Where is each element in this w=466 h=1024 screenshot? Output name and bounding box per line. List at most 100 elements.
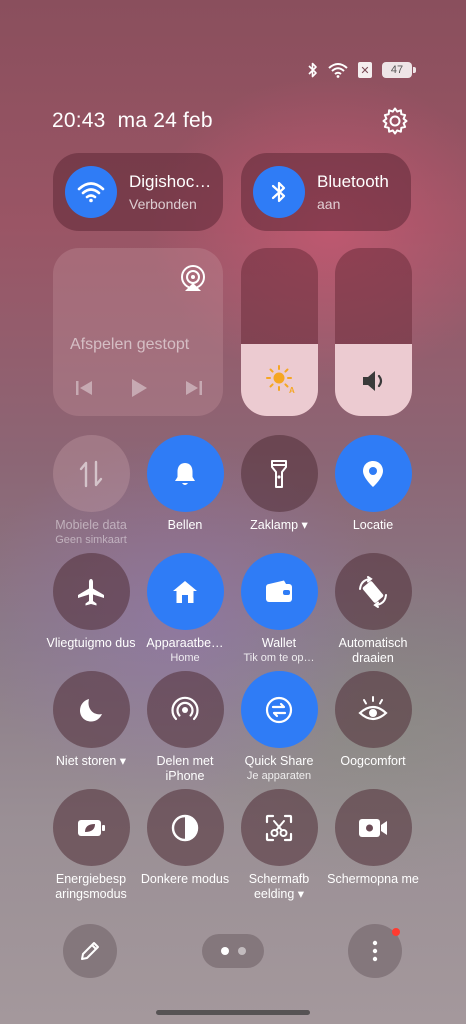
tile-dark-mode[interactable]: Donkere modus xyxy=(137,789,233,887)
tile-label: Mobiele data xyxy=(55,518,127,532)
mobile-data-toggle xyxy=(52,435,130,512)
tile-eye-comfort[interactable]: Oogcomfort xyxy=(325,671,421,769)
tile-screen-record[interactable]: Schermopna me xyxy=(325,789,421,887)
tile-share-with-iphone[interactable]: Delen met iPhone xyxy=(137,671,233,784)
wifi-tile[interactable]: Digishoc… Verbonden xyxy=(53,153,223,231)
tile-ring[interactable]: Bellen xyxy=(137,435,233,533)
bluetooth-label: Bluetooth xyxy=(317,172,389,191)
tile-wallet[interactable]: Wallet Tik om te op… xyxy=(231,553,327,665)
wifi-icon xyxy=(77,182,105,203)
tile-sublabel: Geen simkaart xyxy=(55,534,127,546)
flashlight-toggle[interactable] xyxy=(240,435,318,512)
bell-icon xyxy=(175,462,195,485)
brightness-auto-icon: A xyxy=(265,365,295,394)
wallet-toggle[interactable] xyxy=(240,553,318,630)
status-bar: ✕ 47 xyxy=(308,60,416,80)
play-icon[interactable] xyxy=(130,378,148,398)
tile-label: Wallet xyxy=(261,636,297,650)
tile-location[interactable]: Locatie xyxy=(325,435,421,533)
tile-quick-share[interactable]: Quick Share Je apparaten xyxy=(231,671,327,783)
home-indicator[interactable] xyxy=(156,1010,310,1015)
tile-auto-rotate[interactable]: Automatisch draaien xyxy=(325,553,421,666)
device-control-toggle[interactable] xyxy=(146,553,224,630)
quick-share-toggle[interactable] xyxy=(240,671,318,748)
tile-label: Locatie xyxy=(352,518,394,532)
wifi-network-name: Digishoc… xyxy=(129,172,212,191)
bluetooth-status: aan xyxy=(317,196,341,212)
tile-label: Oogcomfort xyxy=(340,754,406,768)
scissors-screenshot-icon xyxy=(265,814,293,841)
tile-device-control[interactable]: Apparaatbe… Home xyxy=(137,553,233,665)
media-player-card[interactable]: Afspelen gestopt xyxy=(53,248,223,416)
bluetooth-toggle[interactable] xyxy=(253,166,305,218)
dark-mode-toggle[interactable] xyxy=(146,789,224,866)
clock-date: 20:43 ma 24 feb xyxy=(52,109,213,132)
tile-power-saving[interactable]: Energiebesp aringsmodus xyxy=(43,789,139,902)
video-camera-icon xyxy=(359,818,387,837)
svg-text:A: A xyxy=(289,386,295,394)
wifi-icon xyxy=(328,63,348,78)
airplane-mode-toggle[interactable] xyxy=(52,553,130,630)
volume-slider[interactable] xyxy=(335,248,412,416)
tile-label: Schermafb eelding ▾ xyxy=(248,872,310,901)
tile-label: Zaklamp ▾ xyxy=(250,518,308,532)
mobile-data-arrows-icon xyxy=(79,460,103,487)
quick-share-icon xyxy=(265,696,293,723)
ring-toggle[interactable] xyxy=(146,435,224,512)
bluetooth-icon xyxy=(271,181,286,203)
screen-record-toggle[interactable] xyxy=(334,789,412,866)
cast-output-icon[interactable] xyxy=(179,264,207,292)
tile-flashlight[interactable]: Zaklamp ▾ xyxy=(231,435,327,533)
tile-label: Vliegtuigmo dus xyxy=(46,636,136,650)
eye-comfort-toggle[interactable] xyxy=(334,671,412,748)
tile-sublabel: Tik om te op… xyxy=(243,652,315,664)
battery-leaf-icon xyxy=(78,819,105,836)
page-dot-active xyxy=(220,947,229,955)
settings-gear-icon[interactable] xyxy=(380,106,410,136)
tile-label: Schermopna me xyxy=(327,872,419,886)
tile-sublabel: Je apparaten xyxy=(246,770,312,782)
next-track-icon[interactable] xyxy=(185,379,203,397)
page-dot xyxy=(237,947,246,955)
wifi-toggle[interactable] xyxy=(65,166,117,218)
tile-airplane-mode[interactable]: Vliegtuigmo dus xyxy=(43,553,139,651)
media-status: Afspelen gestopt xyxy=(70,336,190,353)
home-icon xyxy=(173,580,197,603)
eye-icon xyxy=(358,695,388,720)
edit-tiles-button[interactable] xyxy=(63,924,117,978)
tile-label: Delen met iPhone xyxy=(156,754,214,783)
bottom-bar xyxy=(0,924,466,978)
notification-dot xyxy=(392,928,400,936)
rotate-icon xyxy=(359,575,387,608)
airplane-icon xyxy=(78,578,104,605)
tile-label: Energiebesp aringsmodus xyxy=(55,872,127,901)
tile-mobile-data: Mobiele data Geen simkaart xyxy=(43,435,139,547)
tile-label: Bellen xyxy=(167,518,203,532)
auto-rotate-toggle[interactable] xyxy=(334,553,412,630)
location-toggle[interactable] xyxy=(334,435,412,512)
share-with-iphone-toggle[interactable] xyxy=(146,671,224,748)
more-vertical-icon xyxy=(372,940,378,962)
pencil-icon xyxy=(81,942,99,960)
do-not-disturb-toggle[interactable] xyxy=(52,671,130,748)
tile-screenshot[interactable]: Schermafb eelding ▾ xyxy=(231,789,327,902)
more-options-button[interactable] xyxy=(348,924,402,978)
battery-level: 47 xyxy=(390,64,404,76)
power-saving-toggle[interactable] xyxy=(52,789,130,866)
bluetooth-tile[interactable]: Bluetooth aan xyxy=(241,153,411,231)
screenshot-toggle[interactable] xyxy=(240,789,318,866)
tile-label: Donkere modus xyxy=(140,872,230,886)
moon-icon xyxy=(80,698,102,721)
previous-track-icon[interactable] xyxy=(75,379,93,397)
wallet-icon xyxy=(266,580,292,602)
contrast-icon xyxy=(171,814,199,841)
page-indicator[interactable] xyxy=(202,934,264,968)
location-pin-icon xyxy=(363,460,383,487)
brightness-slider[interactable]: A xyxy=(241,248,318,416)
flashlight-icon xyxy=(271,459,287,488)
speaker-icon xyxy=(362,371,382,391)
tile-do-not-disturb[interactable]: Niet storen ▾ xyxy=(43,671,139,769)
bluetooth-icon xyxy=(308,62,317,78)
airdrop-icon xyxy=(171,696,199,720)
header-row: 20:43 ma 24 feb xyxy=(52,106,410,136)
